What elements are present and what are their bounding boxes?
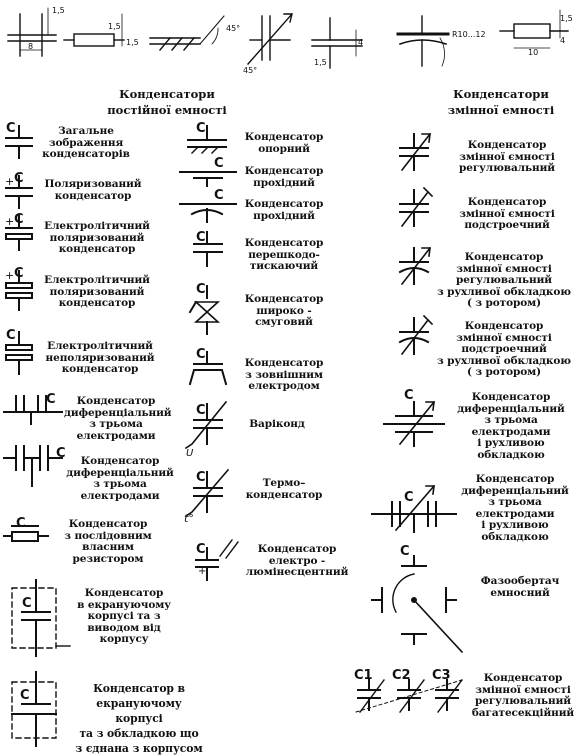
symbol-phase-shifter <box>371 555 464 654</box>
label-external-electrode: Конденсатор з зовнішним електродом <box>244 357 324 392</box>
header-fixed: Конденсатори постійної емності <box>107 87 227 117</box>
label-multisection: Конденсатор змінної ємності регулювальни… <box>471 672 575 719</box>
symbol-reference <box>187 125 227 154</box>
symbol-feedthrough-1 <box>179 171 237 187</box>
symbol-feedthrough-2 <box>179 203 237 223</box>
plus-sign: + <box>5 269 15 282</box>
dim-15d: 1,5 <box>314 58 327 67</box>
label-phase-shifter: Фазообертач емносний <box>480 575 560 599</box>
letter-c: C <box>400 544 410 559</box>
label-feedthrough-1: Конденсатор прохідний <box>244 165 324 189</box>
symbol-var-adjustable <box>399 132 432 172</box>
label-electrolytic-polarized: Електролітичний поляризований конденсато… <box>44 220 150 255</box>
symbol-multisection <box>355 679 463 713</box>
symbol-var-diff-2 <box>371 484 457 533</box>
letter-c: C <box>404 388 414 403</box>
letter-c: C <box>196 282 206 297</box>
label-c1: C1 <box>354 668 373 683</box>
letter-c: C <box>6 328 16 343</box>
label-reference: Конденсатор опорний <box>244 131 324 155</box>
symbol-thermo <box>184 468 230 518</box>
label-var-adjustable: Конденсатор змінної ємності регулювальни… <box>459 139 555 174</box>
letter-c: C <box>14 212 24 227</box>
label-feedthrough-2: Конденсатор прохідний <box>244 198 324 222</box>
letter-c: C <box>22 596 32 611</box>
letter-c: C <box>196 230 206 245</box>
symbol-series-resistor <box>3 525 49 542</box>
dim-10: 10 <box>528 48 539 57</box>
label-wideband: Конденсатор широко - смуговий <box>244 293 324 328</box>
letter-c: C <box>196 347 206 362</box>
symbol-shielded-plate <box>11 671 57 747</box>
label-thermo: Термо– конденсатор <box>245 477 323 501</box>
letter-c: C <box>404 490 414 505</box>
symbol-differential-2 <box>3 445 63 487</box>
dim-4b: 4 <box>560 36 566 45</box>
label-general: Загальне зображення конденсаторів <box>42 125 130 160</box>
label-varicond: Варіконд <box>249 418 305 430</box>
letter-c: C <box>214 188 224 203</box>
label-shielded-lead: Конденсатор в екрануючому корпусі та з в… <box>77 587 171 645</box>
letter-c: C <box>196 542 206 557</box>
letter-c: C <box>20 688 30 703</box>
label-var-rotor-trim: Конденсатор змінної ємності подстроечний… <box>437 320 571 378</box>
letter-t: t° <box>184 512 194 525</box>
letter-c: C <box>6 121 16 136</box>
dim-4a: 4 <box>358 38 364 47</box>
label-electrolytic-polarized-2: Електролітичний поляризований конденсато… <box>44 274 150 309</box>
letter-c: C <box>196 470 206 485</box>
label-c2: C2 <box>392 668 411 683</box>
label-c3: C3 <box>432 668 451 683</box>
label-var-diff-2: Конденсатор диференціальний з трьома еле… <box>461 473 569 543</box>
letter-c: C <box>46 392 56 407</box>
symbol-varicond <box>184 400 228 450</box>
label-differential-2: Конденсатор диференціальний з трьома еле… <box>66 455 174 502</box>
label-polarized: Поляризований конденсатор <box>44 178 142 202</box>
label-electroluminescent: Конденсатор електро - люмінесцентний <box>245 543 349 578</box>
dim-45b: 45° <box>243 66 258 75</box>
dim-drawing-6 <box>396 15 450 67</box>
letter-c: C <box>196 403 206 418</box>
dim-45a: 45° <box>226 24 241 33</box>
label-suppression: Конденсатор перешкодо- тискаючий <box>244 237 324 272</box>
plus-sign: + <box>5 175 15 188</box>
dim-drawing-4 <box>247 13 293 65</box>
dim-15e: 1,5 <box>560 14 573 23</box>
letter-c: C <box>214 156 224 171</box>
plus-sign: + <box>198 566 207 577</box>
dim-15b: 1,5 <box>108 22 121 31</box>
dim-8: 8 <box>28 42 34 51</box>
label-electrolytic-nonpolar: Електролітичний неполяризований конденса… <box>45 340 155 375</box>
symbol-var-rotor-trim <box>398 314 434 356</box>
dim-15a: 1,5 <box>52 6 65 15</box>
letter-c: C <box>196 121 206 136</box>
symbol-var-trimmer <box>399 186 434 228</box>
letter-u: U <box>186 448 194 459</box>
dim-15c: 1,5 <box>126 38 139 47</box>
plus-sign: + <box>5 215 15 228</box>
symbol-var-rotor-adj <box>398 246 432 286</box>
symbol-shielded-lead <box>11 579 71 657</box>
dim-drawing-7 <box>499 9 569 49</box>
label-var-rotor-adj: Конденсатор змінної ємності регулювальни… <box>437 251 571 309</box>
symbol-var-diff-1 <box>383 400 445 447</box>
letter-c: C <box>16 516 26 531</box>
header-variable: Конденсатори змінної емності <box>447 87 555 117</box>
dim-radius: R10...12 <box>452 30 486 39</box>
label-var-trimmer: Конденсатор змінної ємності подстроечний <box>459 196 555 231</box>
letter-c: C <box>14 171 24 186</box>
label-differential-1: Конденсатор диференціальний з трьома еле… <box>64 395 172 442</box>
label-var-diff-1: Конденсатор диференціальний з трьома еле… <box>457 391 565 461</box>
letter-c: C <box>14 266 24 281</box>
label-series-resistor: Конденсатор з послідовним власним резист… <box>64 518 152 565</box>
dim-drawing-3 <box>149 15 225 51</box>
label-shielded-plate: Конденсатор в екрануючому корпусі та з о… <box>75 682 203 755</box>
